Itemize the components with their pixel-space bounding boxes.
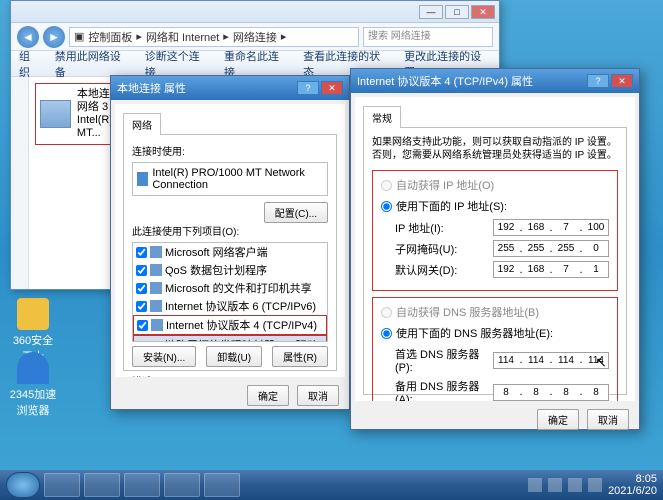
breadcrumb[interactable]: 控制面板 bbox=[88, 29, 132, 45]
desktop-icon-browser[interactable]: 2345加速浏览器 bbox=[8, 352, 58, 418]
shield-icon bbox=[17, 298, 49, 330]
items-label: 此连接使用下列项目(O): bbox=[132, 223, 328, 238]
start-button[interactable] bbox=[6, 472, 40, 498]
gateway-input[interactable]: ... bbox=[493, 261, 609, 278]
cancel-button[interactable]: 取消 bbox=[297, 385, 339, 406]
radio-auto-ip[interactable]: 自动获得 IP 地址(O) bbox=[381, 177, 609, 193]
minimize-button[interactable]: — bbox=[419, 5, 443, 19]
protocol-item[interactable]: 链路层拓扑发现映射器 I/O 驱动程序 bbox=[133, 335, 327, 342]
radio-manual-dns[interactable]: 使用下面的 DNS 服务器地址(E): bbox=[381, 325, 609, 341]
help-button[interactable]: ? bbox=[587, 74, 609, 88]
gateway-label: 默认网关(D): bbox=[395, 262, 457, 278]
dialog-titlebar: Internet 协议版本 4 (TCP/IPv4) 属性 ?✕ bbox=[351, 69, 639, 93]
network-adapter-icon bbox=[40, 100, 71, 128]
radio-auto-dns[interactable]: 自动获得 DNS 服务器地址(B) bbox=[381, 304, 609, 320]
connection-properties-dialog: 本地连接 属性 ?✕ 网络 连接时使用: Intel(R) PRO/1000 M… bbox=[110, 75, 350, 410]
tray-icon[interactable] bbox=[588, 478, 602, 492]
taskbar-item[interactable] bbox=[44, 473, 80, 497]
description-label: 描述 bbox=[132, 373, 328, 377]
clock-date: 2021/6/20 bbox=[608, 485, 657, 497]
icon-label: 2345加速浏览器 bbox=[8, 386, 58, 418]
preferred-dns-input[interactable]: ... bbox=[493, 352, 609, 369]
ipv4-properties-dialog: Internet 协议版本 4 (TCP/IPv4) 属性 ?✕ 常规 如果网络… bbox=[350, 68, 640, 430]
uninstall-button[interactable]: 卸载(U) bbox=[206, 346, 262, 367]
close-button[interactable]: ✕ bbox=[471, 5, 495, 19]
tray-icon[interactable] bbox=[548, 478, 562, 492]
system-tray[interactable]: 8:05 2021/6/20 bbox=[528, 473, 657, 497]
forward-button[interactable]: ► bbox=[43, 26, 65, 48]
explorer-titlebar: — □ ✕ bbox=[11, 1, 499, 23]
taskbar-item[interactable] bbox=[84, 473, 120, 497]
radio-manual-ip[interactable]: 使用下面的 IP 地址(S): bbox=[381, 198, 609, 214]
ok-button[interactable]: 确定 bbox=[537, 409, 579, 430]
adapter-display: Intel(R) PRO/1000 MT Network Connection bbox=[132, 162, 328, 196]
close-button[interactable]: ✕ bbox=[611, 74, 633, 88]
taskbar-item[interactable] bbox=[124, 473, 160, 497]
configure-button[interactable]: 配置(C)... bbox=[264, 202, 328, 223]
connect-using-label: 连接时使用: bbox=[132, 143, 328, 158]
protocol-item[interactable]: Internet 协议版本 4 (TCP/IPv4) bbox=[133, 315, 327, 335]
tab-network[interactable]: 网络 bbox=[123, 113, 161, 135]
explorer-sidebar bbox=[11, 77, 29, 289]
adapter-icon bbox=[137, 172, 148, 186]
address-bar[interactable]: ▣ 控制面板▸ 网络和 Internet▸ 网络连接▸ bbox=[69, 27, 359, 47]
ip-settings-group: 自动获得 IP 地址(O) 使用下面的 IP 地址(S): IP 地址(I):.… bbox=[372, 170, 618, 291]
dns2-label: 备用 DNS 服务器(A): bbox=[395, 378, 493, 401]
breadcrumb[interactable]: 网络连接 bbox=[233, 29, 277, 45]
search-input[interactable]: 搜索 网络连接 bbox=[363, 27, 493, 47]
taskbar-item[interactable] bbox=[204, 473, 240, 497]
dns1-label: 首选 DNS 服务器(P): bbox=[395, 346, 493, 374]
tray-icon[interactable] bbox=[568, 478, 582, 492]
tray-icon[interactable] bbox=[528, 478, 542, 492]
breadcrumb[interactable]: 网络和 Internet bbox=[146, 29, 219, 45]
protocol-item[interactable]: Microsoft 网络客户端 bbox=[133, 243, 327, 261]
protocol-item[interactable]: QoS 数据包计划程序 bbox=[133, 261, 327, 279]
back-button[interactable]: ◄ bbox=[17, 26, 39, 48]
protocol-item[interactable]: Internet 协议版本 6 (TCP/IPv6) bbox=[133, 297, 327, 315]
tab-general[interactable]: 常规 bbox=[363, 106, 401, 128]
close-button[interactable]: ✕ bbox=[321, 81, 343, 95]
help-button[interactable]: ? bbox=[297, 81, 319, 95]
cancel-button[interactable]: 取消 bbox=[587, 409, 629, 430]
dialog-titlebar: 本地连接 属性 ?✕ bbox=[111, 76, 349, 100]
dialog-title: 本地连接 属性 bbox=[117, 80, 186, 96]
clock-time: 8:05 bbox=[608, 473, 657, 485]
taskbar-item[interactable] bbox=[164, 473, 200, 497]
folder-icon: ▣ bbox=[74, 30, 84, 43]
alternate-dns-input[interactable]: ... bbox=[493, 384, 609, 401]
ok-button[interactable]: 确定 bbox=[247, 385, 289, 406]
subnet-mask-input[interactable]: ... bbox=[493, 240, 609, 257]
toolbar-organize[interactable]: 组织 bbox=[19, 48, 41, 80]
install-button[interactable]: 安装(N)... bbox=[132, 346, 196, 367]
protocol-item[interactable]: Microsoft 的文件和打印机共享 bbox=[133, 279, 327, 297]
dns-settings-group: 自动获得 DNS 服务器地址(B) 使用下面的 DNS 服务器地址(E): 首选… bbox=[372, 297, 618, 401]
ie-icon bbox=[17, 352, 49, 384]
maximize-button[interactable]: □ bbox=[445, 5, 469, 19]
ip-address-input[interactable]: ... bbox=[493, 219, 609, 236]
taskbar: 8:05 2021/6/20 bbox=[0, 470, 663, 500]
properties-button[interactable]: 属性(R) bbox=[272, 346, 328, 367]
intro-text: 如果网络支持此功能，则可以获取自动指派的 IP 设置。否则，您需要从网络系统管理… bbox=[372, 136, 618, 162]
ip-label: IP 地址(I): bbox=[395, 220, 444, 236]
protocol-list[interactable]: Microsoft 网络客户端QoS 数据包计划程序Microsoft 的文件和… bbox=[132, 242, 328, 342]
mask-label: 子网掩码(U): bbox=[395, 241, 457, 257]
dialog-title: Internet 协议版本 4 (TCP/IPv4) 属性 bbox=[357, 73, 533, 89]
